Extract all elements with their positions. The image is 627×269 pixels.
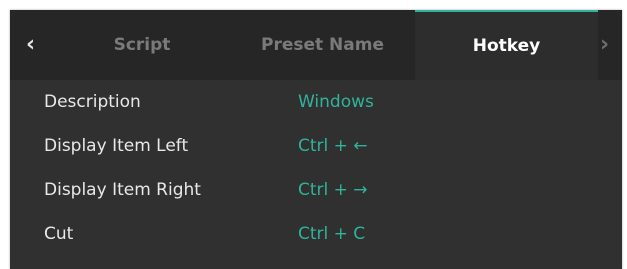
- chevron-left-icon[interactable]: ‹: [26, 10, 35, 80]
- tab-script[interactable]: Script: [54, 10, 230, 80]
- hotkey-description: Display Item Left: [44, 136, 189, 156]
- chevron-right-icon[interactable]: ›: [600, 10, 609, 80]
- hotkey-row-display-item-right[interactable]: Display Item Right Ctrl + →: [10, 168, 622, 212]
- hotkey-description: Display Item Right: [44, 180, 201, 200]
- tab-preset-name[interactable]: Preset Name: [230, 10, 415, 80]
- tab-hotkey[interactable]: Hotkey: [415, 10, 598, 80]
- hotkey-shortcut: Ctrl + →: [298, 180, 368, 200]
- description-column-header: Description: [44, 92, 141, 112]
- hotkey-shortcut: Ctrl + ←: [298, 136, 368, 156]
- tab-bar: ‹ Script Preset Name Hotkey ›: [10, 10, 622, 80]
- windows-column-header: Windows: [298, 92, 374, 112]
- hotkey-row-cut[interactable]: Cut Ctrl + C: [10, 212, 622, 256]
- hotkey-panel: ‹ Script Preset Name Hotkey › Descriptio…: [10, 10, 622, 269]
- hotkey-row-display-item-left[interactable]: Display Item Left Ctrl + ←: [10, 124, 622, 168]
- hotkey-description: Cut: [44, 224, 74, 244]
- hotkey-header-row: Description Windows: [10, 80, 622, 124]
- hotkey-shortcut: Ctrl + C: [298, 224, 366, 244]
